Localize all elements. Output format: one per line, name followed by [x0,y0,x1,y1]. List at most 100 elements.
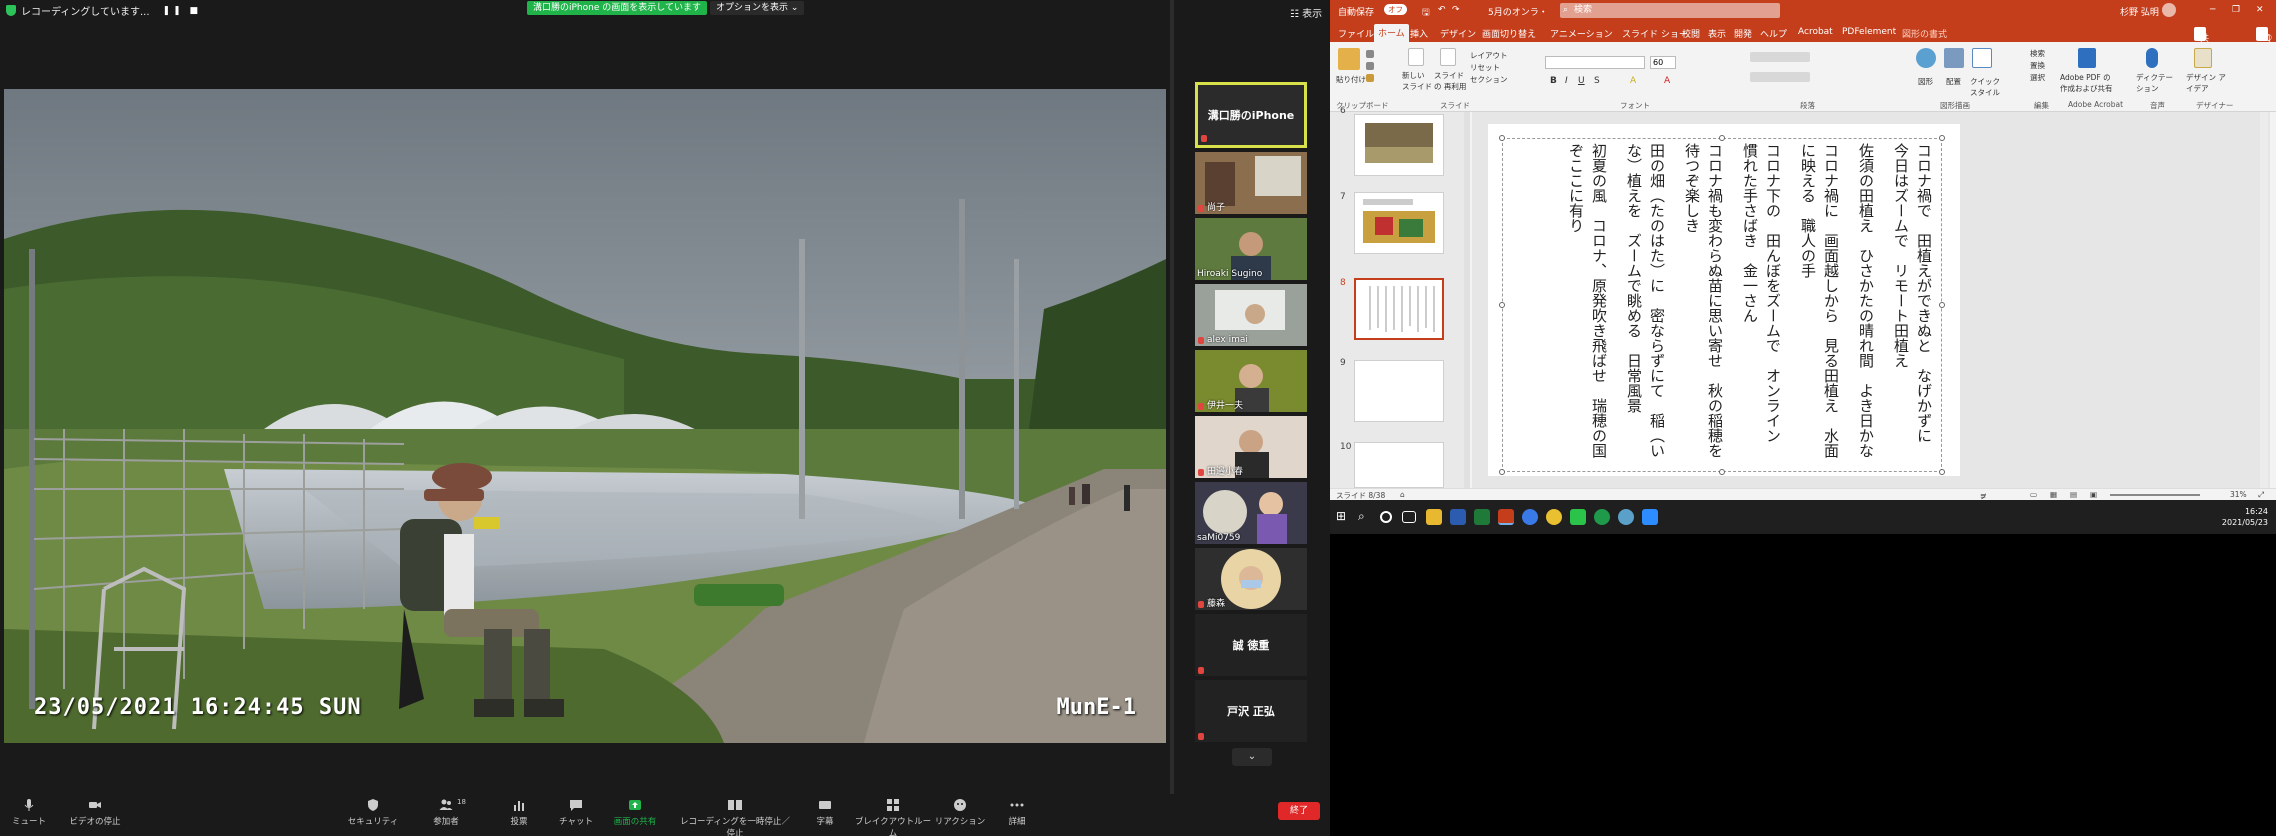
font-color-icon[interactable]: A [1664,76,1670,86]
pause-stop-icon[interactable]: ❚❚ ■ [163,6,201,16]
format-painter-icon[interactable] [1366,74,1374,82]
quick-styles-icon[interactable] [1972,48,1992,68]
resize-handle[interactable] [1939,302,1945,308]
zoom-slider[interactable] [2110,494,2200,496]
shadow-icon[interactable]: S [1594,76,1600,86]
captions-button[interactable]: 字幕 [790,798,860,827]
participant-tile[interactable]: 藤森 [1195,548,1307,610]
thumbnail-scrollbar[interactable] [1464,112,1470,488]
edge-icon[interactable] [1522,509,1538,525]
slide-thumbnail[interactable] [1354,442,1444,488]
slide-thumbnail[interactable] [1354,192,1444,254]
tab-home[interactable]: ホーム [1374,24,1409,43]
resize-handle[interactable] [1499,302,1505,308]
pause-recording-button[interactable]: レコーディングを一時停止／停止 [680,798,790,836]
participant-tile[interactable]: 戸沢 正弘 [1195,680,1307,742]
slide-thumbnail[interactable] [1354,360,1444,422]
participant-tile[interactable]: 田邉小春 [1195,416,1307,478]
task-view-icon[interactable] [1402,511,1416,523]
arrange-icon[interactable] [1944,48,1964,68]
redo-icon[interactable]: ↷ [1452,5,1460,15]
mute-button[interactable]: ミュート [0,798,64,827]
gallery-scroll-down-button[interactable]: ⌄ [1232,748,1272,766]
participant-tile[interactable]: alex imai [1195,284,1307,346]
chrome-icon[interactable] [1546,509,1562,525]
participant-tile[interactable]: 尚子 [1195,152,1307,214]
reading-view-icon[interactable]: ▤ [2070,490,2077,499]
text-box-selected[interactable]: コロナ禍で 田植えができぬと なげかずに 今日はズームで リモート田植え 佐須の… [1499,135,1945,475]
tab-pdfelement[interactable]: PDFelement [1842,27,1896,37]
tab-developer[interactable]: 開発 [1734,27,1752,40]
stop-video-button[interactable]: ビデオの停止 [60,798,130,827]
windows-start-icon[interactable]: ⊞ [1336,509,1352,525]
breakout-rooms-button[interactable]: ブレイクアウトルーム [853,798,933,836]
app-icon[interactable] [1618,509,1634,525]
excel-icon[interactable] [1474,509,1490,525]
tab-file[interactable]: ファイル [1338,27,1374,40]
slideshow-icon[interactable]: ▣ [2090,490,2097,499]
view-button[interactable]: ☷ 表示 [1290,5,1322,20]
participant-tile[interactable]: 誠 徳重 [1195,614,1307,676]
fit-slide-icon[interactable]: ⤢ [2258,490,2264,500]
reset-button[interactable]: リセット [1470,62,1500,73]
paragraph-controls[interactable] [1750,52,1810,62]
share-screen-button[interactable]: 画面の共有 [600,798,670,827]
reuse-slide-icon[interactable] [1440,48,1456,66]
resize-handle[interactable] [1939,469,1945,475]
tab-slideshow[interactable]: スライド ショー [1622,27,1688,40]
tab-insert[interactable]: 挿入 [1410,27,1428,40]
search-icon[interactable]: ⌕ [1358,509,1374,525]
powerpoint-icon[interactable] [1498,509,1514,525]
cortana-icon[interactable] [1380,511,1392,523]
recording-indicator[interactable]: レコーディングしています... ❚❚ ■ [6,3,201,18]
participant-tile[interactable]: Hiroaki Sugino [1195,218,1307,280]
autosave-toggle[interactable]: オフ [1384,4,1407,15]
font-name-dropdown[interactable] [1545,56,1645,69]
tab-transitions[interactable]: 画面切り替え [1482,27,1536,40]
word-icon[interactable] [1450,509,1466,525]
undo-icon[interactable]: ↶ [1438,5,1446,15]
cut-icon[interactable] [1366,50,1374,58]
participant-tile[interactable]: 伊井一夫 [1195,350,1307,412]
tab-help[interactable]: ヘルプ [1760,27,1787,40]
avatar[interactable] [2162,3,2176,17]
replace-button[interactable]: 置換 [2030,60,2045,71]
minimize-icon[interactable]: ─ [2210,5,2215,15]
slide-scrollbar[interactable] [2260,112,2268,488]
new-slide-icon[interactable] [1408,48,1424,66]
font-size-dropdown[interactable]: 60 [1650,56,1676,69]
current-slide[interactable]: コロナ禍で 田植えができぬと なげかずに 今日はズームで リモート田植え 佐須の… [1488,124,1960,476]
zoom-app-icon[interactable] [1642,509,1658,525]
alignment-controls[interactable] [1750,72,1810,82]
app-icon[interactable] [1594,509,1610,525]
slide-poems[interactable]: コロナ禍で 田植えができぬと なげかずに 今日はズームで リモート田植え 佐須の… [1552,143,1935,469]
resize-handle[interactable] [1939,135,1945,141]
highlight-icon[interactable]: A [1630,76,1636,86]
microphone-icon[interactable] [2146,48,2158,68]
resize-handle[interactable] [1499,135,1505,141]
section-button[interactable]: セクション [1470,74,1508,85]
share-button[interactable]: ⇪ 共有 [2194,27,2209,58]
acrobat-pdf-icon[interactable] [2078,48,2096,68]
participants-button[interactable]: 参加者 18 [411,798,481,827]
normal-view-icon[interactable]: ▭ [2030,490,2037,499]
split-divider[interactable] [1170,0,1174,794]
layout-button[interactable]: レイアウト [1470,50,1508,61]
select-button[interactable]: 選択 [2030,72,2045,83]
participant-tile-active[interactable]: 溝口勝のiPhone [1195,82,1307,148]
slide-sorter-icon[interactable]: ▦ [2050,490,2057,499]
tab-view[interactable]: 表示 [1708,27,1726,40]
resize-handle[interactable] [1499,469,1505,475]
close-icon[interactable]: ✕ [2256,5,2264,15]
end-meeting-button[interactable]: 終了 [1278,802,1320,820]
tab-design[interactable]: デザイン [1440,27,1476,40]
file-explorer-icon[interactable] [1426,509,1442,525]
tab-acrobat[interactable]: Acrobat [1798,27,1833,37]
more-button[interactable]: 詳細 [982,798,1052,827]
participant-tile[interactable]: saMi0759 [1195,482,1307,544]
bold-icon[interactable]: B [1550,76,1557,86]
italic-icon[interactable]: I [1565,76,1568,86]
slide-thumbnail[interactable] [1354,114,1444,176]
save-icon[interactable]: 🖫 [1422,5,1430,21]
security-button[interactable]: セキュリティ [338,798,408,827]
